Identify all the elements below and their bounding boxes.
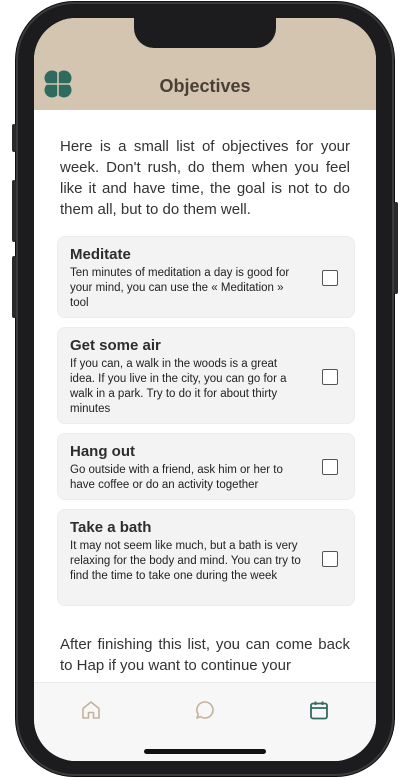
power-button	[394, 202, 398, 294]
objective-card-take-a-bath: Take a bath It may not seem like much, b…	[57, 509, 355, 606]
volume-down-button	[12, 256, 16, 318]
objective-title: Take a bath	[70, 519, 152, 536]
objectives-content[interactable]: Here is a small list of objectives for y…	[34, 110, 376, 682]
objective-title: Meditate	[70, 246, 131, 263]
objective-checkbox[interactable]	[322, 551, 338, 567]
outro-text: After finishing this list, you can come …	[60, 636, 350, 674]
objective-title: Hang out	[70, 443, 135, 460]
mute-switch	[12, 124, 16, 152]
objective-checkbox[interactable]	[322, 369, 338, 385]
volume-up-button	[12, 180, 16, 242]
notch	[134, 18, 276, 48]
objective-checkbox[interactable]	[322, 270, 338, 286]
calendar-icon[interactable]	[307, 698, 331, 722]
objective-checkbox[interactable]	[322, 459, 338, 475]
objective-title: Get some air	[70, 337, 161, 354]
objective-card-get-some-air: Get some air If you can, a walk in the w…	[57, 327, 355, 424]
objective-card-hang-out: Hang out Go outside with a friend, ask h…	[57, 433, 355, 500]
objective-description: It may not seem like much, but a bath is…	[70, 540, 301, 582]
app-screen: Objectives Here is a small list of objec…	[34, 18, 376, 761]
objective-card-meditate: Meditate Ten minutes of meditation a day…	[57, 236, 355, 318]
objective-description: Ten minutes of meditation a day is good …	[70, 267, 290, 309]
objective-description: If you can, a walk in the woods is a gre…	[70, 358, 287, 415]
home-icon[interactable]	[79, 698, 103, 722]
home-indicator	[144, 749, 266, 754]
page-title: Objectives	[159, 76, 251, 96]
chat-bubble-icon[interactable]	[193, 698, 217, 722]
intro-text: Here is a small list of objectives for y…	[60, 138, 350, 218]
objective-description: Go outside with a friend, ask him or her…	[70, 464, 283, 491]
